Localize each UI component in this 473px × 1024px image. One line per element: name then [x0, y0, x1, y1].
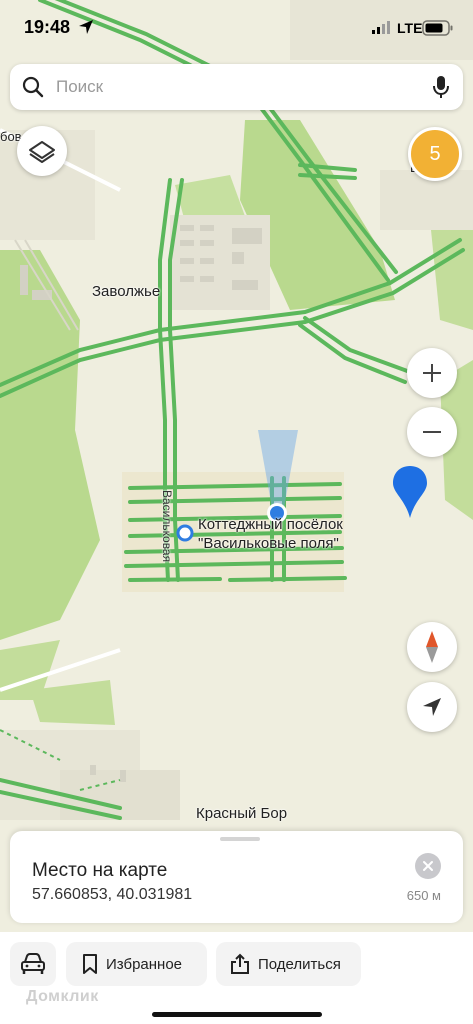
street-label-vasilkovaya: Васильковая	[160, 490, 174, 563]
bottom-action-bar: Избранное Поделиться Домклик	[0, 932, 473, 1024]
status-time: 19:48	[24, 17, 71, 37]
place-label-zavolzhye[interactable]: Заволжье	[92, 283, 160, 300]
car-icon	[21, 953, 45, 974]
navigation-arrow-icon	[423, 698, 441, 716]
layers-icon	[29, 141, 55, 163]
bookmark-icon	[83, 954, 97, 974]
status-bar: 19:48 LTE	[0, 0, 473, 56]
minus-icon	[423, 431, 441, 433]
card-drag-handle[interactable]	[220, 837, 260, 841]
plus-icon	[423, 364, 441, 382]
settlement-label-line2[interactable]: "Васильковые поля"	[198, 535, 339, 552]
network-type: LTE	[397, 20, 423, 36]
favorites-button[interactable]: Избранное	[66, 942, 207, 986]
layers-button[interactable]	[17, 126, 67, 176]
search-input[interactable]: Поиск	[56, 77, 103, 97]
zoom-out-button[interactable]	[407, 407, 457, 457]
share-icon	[231, 953, 249, 974]
signal-icon	[372, 21, 390, 34]
location-services-icon	[79, 20, 93, 34]
share-button[interactable]: Поделиться	[216, 942, 361, 986]
zoom-in-button[interactable]	[407, 348, 457, 398]
watermark-logo: Домклик	[26, 988, 99, 1005]
home-indicator[interactable]	[152, 1012, 322, 1017]
place-info-card[interactable]: Место на карте 57.660853, 40.031981 650 …	[10, 831, 463, 923]
search-bar[interactable]: Поиск	[10, 64, 463, 110]
search-icon	[22, 76, 44, 98]
battery-icon	[422, 20, 453, 36]
compass-icon	[426, 631, 438, 663]
place-label-krasny-bor[interactable]: Красный Бор	[196, 805, 287, 822]
my-location-button[interactable]	[407, 682, 457, 732]
favorites-label: Избранное	[106, 955, 183, 973]
share-label: Поделиться	[258, 955, 341, 973]
compass-button[interactable]	[407, 622, 457, 672]
route-button[interactable]	[10, 942, 56, 986]
settlement-point	[176, 524, 194, 542]
settlement-label-line1[interactable]: Коттеджный посёлок	[198, 516, 343, 533]
close-icon	[423, 861, 433, 871]
place-coordinates[interactable]: 57.660853, 40.031981	[32, 886, 192, 904]
distance-label: 650 м	[406, 888, 441, 903]
place-title: Место на карте	[32, 860, 168, 881]
microphone-icon[interactable]	[433, 75, 449, 99]
map-pin-icon[interactable]	[392, 466, 428, 520]
cluster-count-badge[interactable]: 5	[408, 127, 462, 181]
close-card-button[interactable]	[415, 853, 441, 879]
